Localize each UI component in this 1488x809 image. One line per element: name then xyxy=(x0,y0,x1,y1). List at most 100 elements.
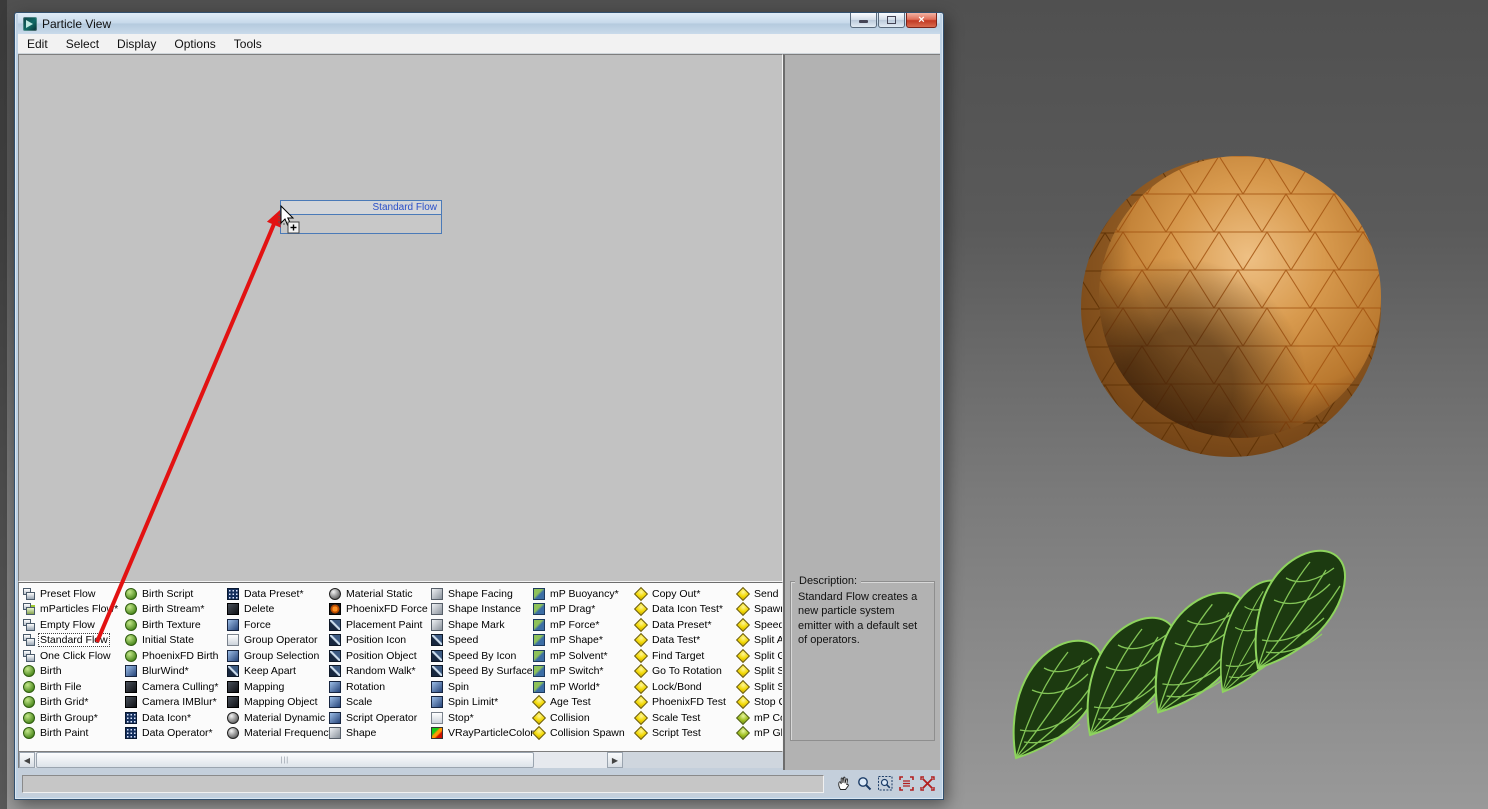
depot-item[interactable]: Shape xyxy=(329,726,431,742)
depot-item[interactable]: mP Force* xyxy=(533,617,635,633)
depot-item[interactable]: mP Solvent* xyxy=(533,648,635,664)
depot-item[interactable]: mP Buoyancy* xyxy=(533,586,635,602)
depot-item[interactable]: Camera IMBlur* xyxy=(125,695,227,711)
depot-item[interactable]: mP Switch* xyxy=(533,664,635,680)
depot-item[interactable]: VRayParticleColor xyxy=(431,726,534,742)
depot-item[interactable]: Speed By Surface xyxy=(431,664,533,680)
menu-item-select[interactable]: Select xyxy=(57,36,108,52)
depot-item[interactable]: Stop G xyxy=(735,695,782,711)
depot-item[interactable]: PhoenixFD Force xyxy=(329,602,431,618)
depot-item[interactable]: Data Test* xyxy=(633,633,737,649)
depot-item[interactable]: BlurWind* xyxy=(125,664,227,680)
depot-item[interactable]: Group Selection xyxy=(227,648,329,664)
scrollbar-thumb[interactable]: ||| xyxy=(36,752,534,768)
region-zoom-tool-icon[interactable] xyxy=(876,775,894,793)
depot-item[interactable]: Script Test xyxy=(633,726,737,742)
depot-item[interactable]: Data Icon Test* xyxy=(633,602,737,618)
depot-item[interactable]: Standard Flow xyxy=(23,633,125,649)
depot-item[interactable]: Birth Paint xyxy=(23,726,125,742)
depot-item[interactable]: Mapping Object xyxy=(227,695,329,711)
depot-item[interactable]: Data Preset* xyxy=(227,586,329,602)
depot-item[interactable]: Collision xyxy=(531,710,635,726)
depot-item[interactable]: Speed By Icon xyxy=(431,648,533,664)
depot-item[interactable]: Stop* xyxy=(431,710,533,726)
zoom-tool-icon[interactable] xyxy=(855,775,873,793)
zoom-cancel-tool-icon[interactable] xyxy=(918,775,936,793)
depot-scrollbar[interactable]: ◀ ||| ▶ xyxy=(18,752,783,768)
depot-item[interactable]: Spawn xyxy=(735,602,782,618)
depot-item[interactable]: Shape Instance xyxy=(431,602,533,618)
depot-item[interactable]: Script Operator xyxy=(329,710,431,726)
depot-item[interactable]: mParticles Flow* xyxy=(23,602,125,618)
depot-item[interactable]: Position Icon xyxy=(329,633,431,649)
depot-item[interactable]: Scale xyxy=(329,695,431,711)
menu-item-tools[interactable]: Tools xyxy=(225,36,271,52)
depot-item[interactable]: Go To Rotation xyxy=(633,664,737,680)
depot-item[interactable]: Spin xyxy=(431,679,533,695)
depot-item[interactable]: Birth xyxy=(23,664,125,680)
depot-item[interactable]: Placement Paint xyxy=(329,617,431,633)
depot-item[interactable]: Data Preset* xyxy=(633,617,737,633)
depot-item[interactable]: One Click Flow xyxy=(23,648,125,664)
depot-item[interactable]: mP Glu xyxy=(735,726,782,742)
scrollbar-track[interactable]: ||| xyxy=(35,752,607,768)
depot-item[interactable]: Material Static xyxy=(329,586,431,602)
depot-item[interactable]: mP Co xyxy=(735,710,782,726)
depot-item[interactable]: Material Dynamic xyxy=(227,710,329,726)
depot-item[interactable]: Rotation xyxy=(329,679,431,695)
menu-item-display[interactable]: Display xyxy=(108,36,165,52)
depot-item[interactable]: Collision Spawn xyxy=(531,726,635,742)
scroll-right-arrow-icon[interactable]: ▶ xyxy=(607,752,623,768)
depot-item[interactable]: Delete xyxy=(227,602,329,618)
standard-flow-node[interactable]: Standard Flow xyxy=(280,200,442,234)
depot-item[interactable]: Position Object xyxy=(329,648,431,664)
depot-item[interactable]: Lock/Bond xyxy=(633,679,737,695)
depot-item[interactable]: mP Shape* xyxy=(533,633,635,649)
depot-item[interactable]: Shape Facing xyxy=(431,586,533,602)
depot-item[interactable]: Split G xyxy=(735,648,782,664)
depot-item[interactable]: Empty Flow xyxy=(23,617,125,633)
depot-item[interactable]: Birth Script xyxy=(125,586,227,602)
scroll-left-arrow-icon[interactable]: ◀ xyxy=(19,752,35,768)
depot-item[interactable]: Initial State xyxy=(125,633,227,649)
depot-item[interactable]: Force xyxy=(227,617,329,633)
depot-item[interactable]: Material Frequency xyxy=(227,726,334,742)
close-button[interactable]: × xyxy=(906,12,937,28)
depot-item[interactable]: Send xyxy=(735,586,782,602)
depot-item[interactable]: Birth Grid* xyxy=(23,695,125,711)
restore-button[interactable] xyxy=(878,12,905,28)
depot-item[interactable]: Scale Test xyxy=(633,710,737,726)
minimize-button[interactable] xyxy=(850,12,877,28)
depot-item[interactable]: Speed xyxy=(735,617,782,633)
depot-item[interactable]: Age Test xyxy=(531,695,635,711)
pan-tool-icon[interactable] xyxy=(834,775,852,793)
depot-item[interactable]: mP Drag* xyxy=(533,602,635,618)
depot-item[interactable]: Split S xyxy=(735,679,782,695)
depot-item[interactable]: Shape Mark xyxy=(431,617,533,633)
title-bar[interactable]: Particle View × xyxy=(18,12,940,34)
depot-item[interactable]: Data Icon* xyxy=(125,710,227,726)
depot-item[interactable]: Birth Group* xyxy=(23,710,125,726)
depot-item[interactable]: Group Operator xyxy=(227,633,329,649)
depot-item[interactable]: Data Operator* xyxy=(125,726,227,742)
depot-item[interactable]: Mapping xyxy=(227,679,329,695)
depot-item[interactable]: Split A xyxy=(735,633,782,649)
depot-item[interactable]: Birth File xyxy=(23,679,125,695)
depot-item[interactable]: Camera Culling* xyxy=(125,679,227,695)
depot-item[interactable]: Split S xyxy=(735,664,782,680)
depot-item[interactable]: Find Target xyxy=(633,648,737,664)
event-canvas[interactable]: Standard Flow xyxy=(18,54,783,582)
depot-item[interactable]: mP World* xyxy=(533,679,635,695)
depot-item[interactable]: Copy Out* xyxy=(633,586,737,602)
depot-item[interactable]: Birth Texture xyxy=(125,617,227,633)
depot-item[interactable]: Random Walk* xyxy=(329,664,431,680)
menu-item-edit[interactable]: Edit xyxy=(18,36,57,52)
depot-item[interactable]: PhoenixFD Birth xyxy=(125,648,227,664)
depot-item[interactable]: PhoenixFD Test xyxy=(633,695,737,711)
depot-item[interactable]: Spin Limit* xyxy=(431,695,533,711)
depot-item[interactable]: Keep Apart xyxy=(227,664,329,680)
depot-item[interactable]: Preset Flow xyxy=(23,586,125,602)
depot-item[interactable]: Birth Stream* xyxy=(125,602,227,618)
depot-item[interactable]: Speed xyxy=(431,633,533,649)
menu-item-options[interactable]: Options xyxy=(165,36,224,52)
